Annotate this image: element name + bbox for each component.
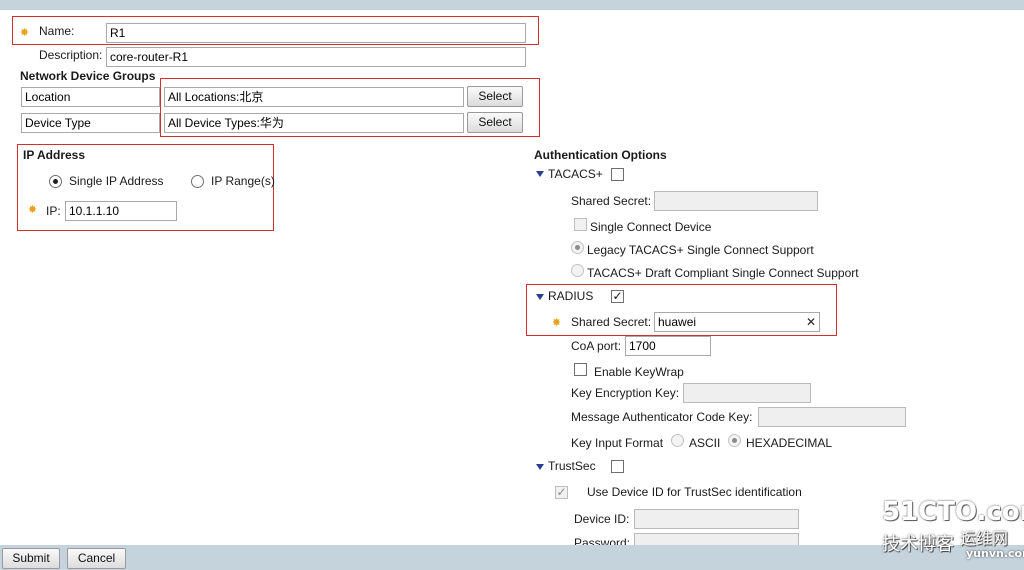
draft-tacacs-radio [571,264,584,277]
coa-port-label: CoA port: [571,339,622,353]
top-band [0,0,1024,10]
required-star-icon: ✸ [551,317,562,329]
trustsec-checkbox[interactable] [611,460,624,473]
key-encryption-label: Key Encryption Key: [571,386,680,400]
required-star-icon: ✸ [27,204,38,216]
watermark-cn2: 运维网 [960,529,1009,548]
ascii-radio [671,434,684,447]
single-connect-label: Single Connect Device [590,220,712,234]
collapse-arrow-icon[interactable] [536,294,544,300]
description-label: Description: [39,48,103,62]
single-ip-label: Single IP Address [69,174,164,188]
legacy-tacacs-label: Legacy TACACS+ Single Connect Support [587,243,814,257]
submit-button[interactable]: Submit [2,548,60,569]
single-ip-radio[interactable] [49,175,62,188]
hexadecimal-label: HEXADECIMAL [746,436,833,450]
trustsec-label: TrustSec [548,459,596,473]
cancel-button[interactable]: Cancel [67,548,126,569]
watermark-cn1: 技术博客 [882,534,954,555]
tacacs-shared-secret-input [654,191,818,211]
collapse-arrow-icon[interactable] [536,464,544,470]
device-type-label-field: Device Type [21,113,160,133]
tacacs-checkbox[interactable] [611,168,624,181]
clear-icon[interactable]: ✕ [806,314,816,330]
use-device-id-label: Use Device ID for TrustSec identificatio… [587,485,802,499]
auth-title: Authentication Options [534,148,667,162]
tacacs-label: TACACS+ [548,167,603,181]
name-input[interactable]: R1 [106,23,526,43]
ip-input[interactable]: 10.1.1.10 [65,201,177,221]
enable-keywrap-label: Enable KeyWrap [594,365,684,379]
key-encryption-input [683,383,811,403]
mac-key-label: Message Authenticator Code Key: [571,410,753,424]
single-connect-checkbox [574,218,587,231]
watermark-url: yunvn.com [966,547,1024,560]
radius-label: RADIUS [548,289,594,303]
coa-port-input[interactable]: 1700 [625,336,711,356]
radius-checkbox[interactable]: ✓ [611,290,624,303]
ip-section-title: IP Address [23,148,86,162]
device-id-input [634,509,799,529]
ndg-title: Network Device Groups [20,69,156,83]
key-input-format-label: Key Input Format [571,436,664,450]
radius-shared-secret-label: Shared Secret: [571,315,652,329]
ip-label: IP: [46,204,61,218]
watermark-site: 51CTO.com [882,497,1024,527]
tacacs-shared-secret-label: Shared Secret: [571,194,652,208]
required-star-icon: ✸ [19,27,30,39]
use-device-id-checkbox: ✓ [555,485,568,499]
draft-tacacs-label: TACACS+ Draft Compliant Single Connect S… [587,266,859,280]
hexadecimal-radio [728,434,741,447]
device-id-label: Device ID: [574,512,630,526]
ndg-highlight-box [160,78,540,137]
description-input[interactable]: core-router-R1 [106,47,526,67]
radius-shared-secret-input[interactable]: huawei [654,312,820,332]
collapse-arrow-icon[interactable] [536,171,544,177]
ip-range-label: IP Range(s) [211,174,275,188]
ascii-label: ASCII [689,436,721,450]
ip-range-radio[interactable] [191,175,204,188]
location-label-field: Location [21,87,160,107]
legacy-tacacs-radio [571,241,584,254]
mac-key-input [758,407,906,427]
footer-bar [0,545,1024,570]
enable-keywrap-checkbox[interactable] [574,363,587,376]
name-label: Name: [39,24,75,38]
